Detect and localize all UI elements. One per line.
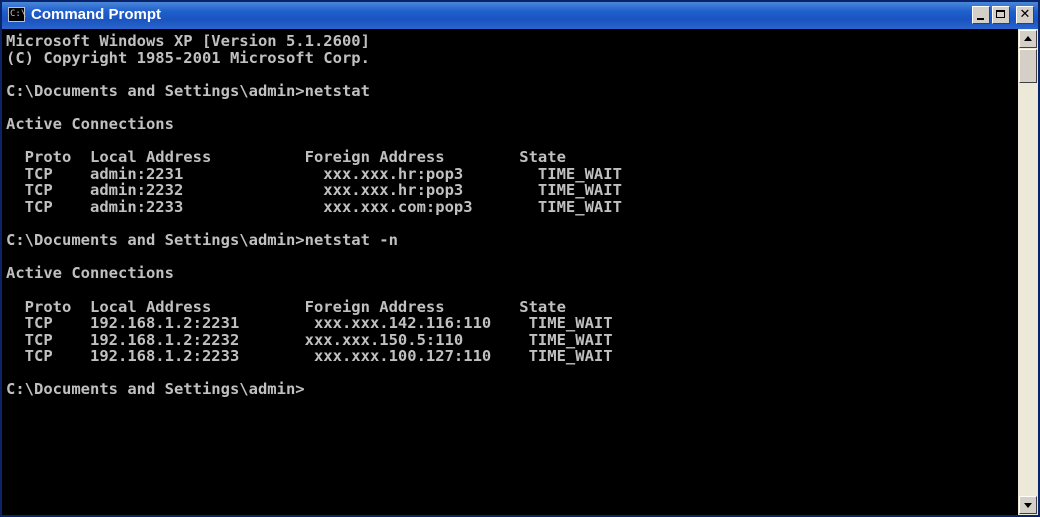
console-line: TCP admin:2233 xxx.xxx.com:pop3 TIME_WAI… bbox=[6, 197, 622, 216]
console-line: TCP 192.168.1.2:2231 xxx.xxx.142.116:110… bbox=[6, 314, 613, 333]
window-title: Command Prompt bbox=[31, 6, 162, 23]
arrow-up-icon bbox=[1024, 36, 1032, 41]
minimize-button[interactable] bbox=[972, 6, 990, 24]
maximize-icon bbox=[996, 10, 1005, 18]
arrow-down-icon bbox=[1024, 503, 1032, 508]
console-line: Active Connections bbox=[6, 264, 174, 283]
console-line: (C) Copyright 1985-2001 Microsoft Corp. bbox=[6, 48, 370, 67]
console-line: TCP admin:2231 xxx.xxx.hr:pop3 TIME_WAIT bbox=[6, 164, 622, 183]
console-line: Proto Local Address Foreign Address Stat… bbox=[6, 297, 566, 316]
maximize-button[interactable] bbox=[992, 6, 1010, 24]
scroll-thumb[interactable] bbox=[1019, 49, 1037, 83]
console-line: Microsoft Windows XP [Version 5.1.2600] bbox=[6, 32, 370, 50]
console-line: C:\Documents and Settings\admin> bbox=[6, 380, 305, 399]
console-line: C:\Documents and Settings\admin>netstat … bbox=[6, 231, 398, 250]
command-prompt-window: C:\ Command Prompt ✕ Microsoft Windows X… bbox=[0, 0, 1040, 517]
minimize-icon bbox=[977, 18, 984, 20]
console-line: C:\Documents and Settings\admin>netstat bbox=[6, 81, 370, 100]
close-icon: ✕ bbox=[1019, 7, 1031, 22]
console-output[interactable]: Microsoft Windows XP [Version 5.1.2600] … bbox=[2, 29, 1018, 515]
scroll-down-button[interactable] bbox=[1019, 496, 1037, 514]
console-line: Proto Local Address Foreign Address Stat… bbox=[6, 148, 566, 167]
close-button[interactable]: ✕ bbox=[1016, 6, 1034, 24]
scroll-up-button[interactable] bbox=[1019, 30, 1037, 48]
cmd-icon[interactable]: C:\ bbox=[8, 7, 27, 22]
console-text: Microsoft Windows XP [Version 5.1.2600] … bbox=[2, 29, 1018, 398]
console-line: TCP 192.168.1.2:2232 xxx.xxx.150.5:110 T… bbox=[6, 330, 613, 349]
console-line: TCP 192.168.1.2:2233 xxx.xxx.100.127:110… bbox=[6, 347, 613, 366]
console-line: Active Connections bbox=[6, 114, 174, 133]
console-line: TCP admin:2232 xxx.xxx.hr:pop3 TIME_WAIT bbox=[6, 181, 622, 200]
cmd-icon-glyph: C:\ bbox=[10, 9, 27, 19]
title-bar[interactable]: C:\ Command Prompt ✕ bbox=[2, 2, 1038, 29]
vertical-scrollbar[interactable] bbox=[1018, 29, 1038, 515]
